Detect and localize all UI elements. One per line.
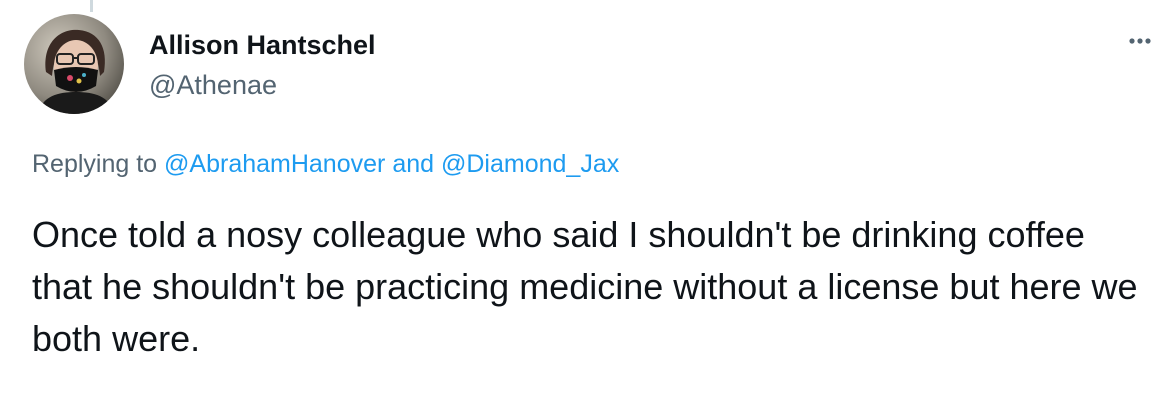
user-handle[interactable]: @Athenae bbox=[149, 68, 277, 102]
replying-prefix: Replying to bbox=[32, 150, 158, 178]
more-dots-icon bbox=[1129, 38, 1151, 44]
replying-to-line: Replying to @AbrahamHanover and @Diamond… bbox=[32, 148, 619, 180]
mention-link-2[interactable]: @Diamond_Jax bbox=[441, 150, 619, 178]
mention-link-1[interactable]: @AbrahamHanover bbox=[164, 150, 385, 178]
avatar[interactable] bbox=[24, 14, 124, 114]
more-options-button[interactable] bbox=[1122, 30, 1158, 52]
thread-connector-line bbox=[90, 0, 93, 12]
mention-conjunction[interactable]: and bbox=[392, 150, 434, 178]
tweet-text: Once told a nosy colleague who said I sh… bbox=[32, 214, 1138, 359]
avatar-image bbox=[24, 14, 124, 114]
display-name[interactable]: Allison Hantschel bbox=[149, 28, 376, 62]
